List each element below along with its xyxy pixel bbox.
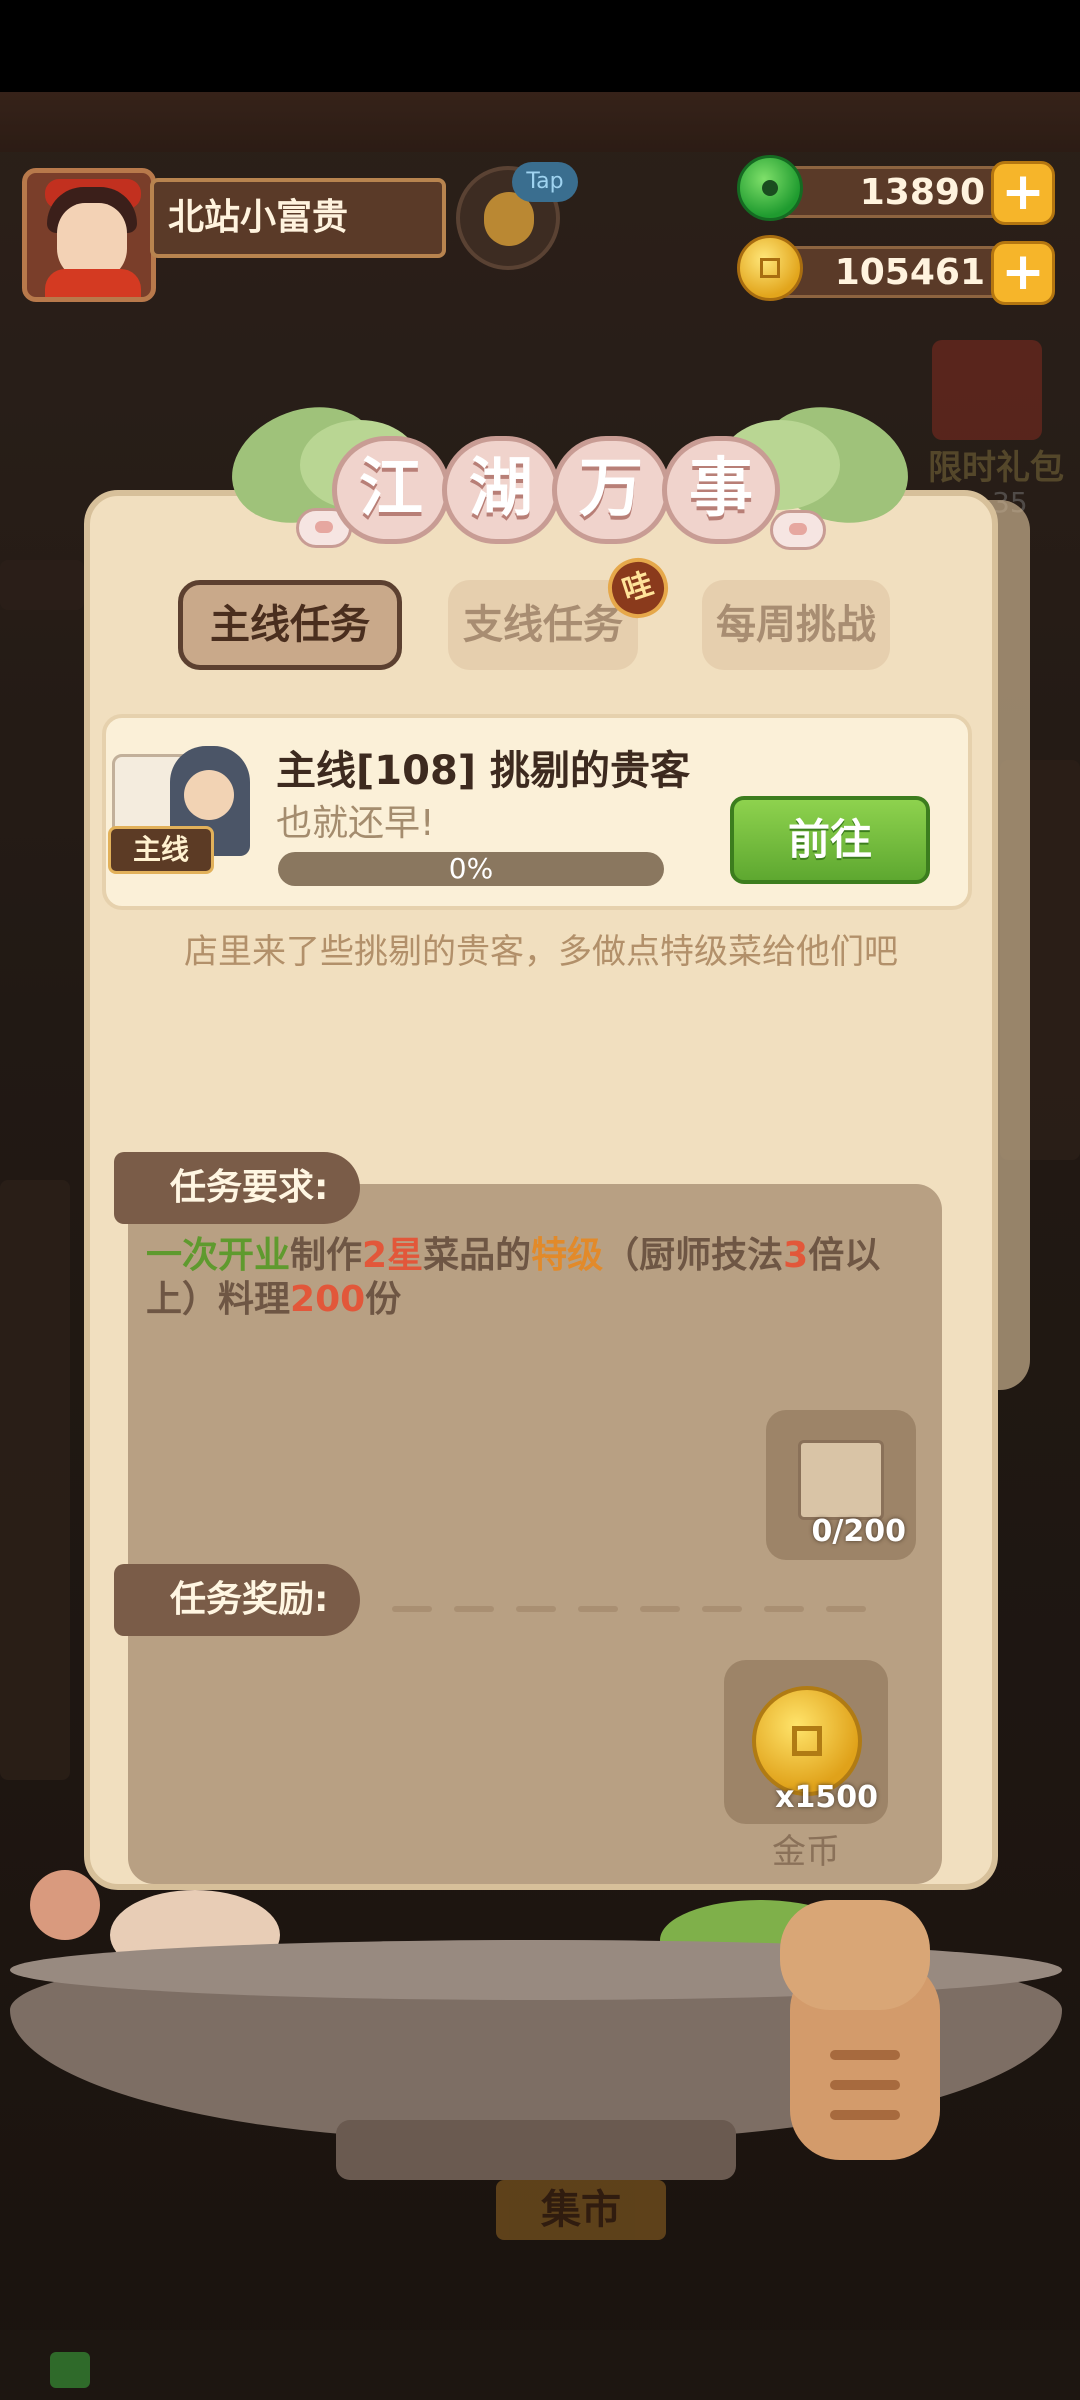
fishcake-decoration [770, 510, 826, 550]
divider-dash [454, 1606, 494, 1612]
quest-progress-bar: 0% [278, 852, 664, 886]
requirement-text-part: 菜品的 [423, 1235, 532, 1276]
add-gold-button[interactable]: + [991, 241, 1055, 305]
jade-currency: 13890 + [737, 155, 1055, 225]
quest-progress-label: 0% [448, 852, 494, 885]
cat-stripe [830, 2050, 900, 2060]
tab-main-quest[interactable]: 主线任务 [178, 580, 402, 670]
cat-stripe [830, 2080, 900, 2090]
title-char: 江 [332, 436, 450, 544]
divider-dash [392, 1606, 432, 1612]
requirement-text-part: 200 [290, 1279, 366, 1320]
divider-dash [764, 1606, 804, 1612]
quest-title: 主线[108] 挑剔的贵客 [276, 748, 690, 794]
gold-coin-icon [737, 235, 803, 301]
avatar-body [45, 269, 141, 297]
requirement-count: 0/200 [811, 1514, 906, 1549]
requirements-heading: 任务要求: [114, 1152, 360, 1224]
tab-weekly-challenge[interactable]: 每周挑战 [702, 580, 890, 670]
player-avatar[interactable] [22, 168, 156, 302]
character-face [184, 770, 234, 820]
reward-count: x1500 [775, 1780, 878, 1815]
gold-amount: 105461 [834, 252, 985, 293]
title-char: 湖 [442, 436, 560, 544]
limited-gift-pack[interactable]: 限时礼包 35 [912, 340, 1080, 519]
requirement-item[interactable]: 0/200 [766, 1410, 916, 1560]
requirements-text: 一次开业制作2星菜品的特级（厨师技法3倍以上）料理200份 [146, 1234, 926, 1322]
divider-dash [640, 1606, 680, 1612]
jade-icon [737, 155, 803, 221]
market-sign: 集市 [496, 2180, 666, 2240]
quest-description: 店里来了些挑剔的贵客，多做点特级菜给他们吧 [184, 932, 898, 972]
main-quest-badge: 主线 [108, 826, 214, 874]
tap-badge: Tap [512, 162, 578, 202]
cat-stripe [830, 2110, 900, 2120]
requirement-text-part: （厨师技法 [603, 1235, 784, 1276]
title-char: 事 [662, 436, 780, 544]
bowl-base [336, 2120, 736, 2180]
nav-indicator [50, 2352, 90, 2388]
jade-amount: 13890 [859, 172, 985, 213]
requirement-text-part: 一次开业 [146, 1235, 291, 1276]
gift-box-icon [932, 340, 1042, 440]
rewards-heading: 任务奖励: [114, 1564, 360, 1636]
go-button[interactable]: 前往 [730, 796, 930, 884]
gold-currency: 105461 + [737, 235, 1055, 305]
divider-dash [516, 1606, 556, 1612]
meatball-decoration [30, 1870, 100, 1940]
panel-title: 江 湖 万 事 [332, 436, 780, 544]
reward-item[interactable]: x1500 [724, 1660, 888, 1824]
cat-head [780, 1900, 930, 2010]
requirement-text-part: 特级 [531, 1235, 604, 1276]
gift-label: 限时礼包 [928, 448, 1064, 488]
player-name[interactable]: 北站小富贵 [150, 178, 446, 258]
requirement-text-part: 3 [783, 1235, 809, 1276]
title-char: 万 [552, 436, 670, 544]
add-jade-button[interactable]: + [991, 161, 1055, 225]
cat-mascot [770, 1900, 960, 2200]
avatar-face [57, 203, 127, 279]
reward-label: 金币 [772, 1832, 840, 1872]
divider-dash [702, 1606, 742, 1612]
requirement-text-part: 制作 [290, 1235, 363, 1276]
divider-dash [826, 1606, 866, 1612]
requirement-text-part: 份 [365, 1279, 402, 1320]
requirement-text-part: 2星 [362, 1235, 424, 1276]
bottom-strip [0, 2330, 1080, 2400]
divider-dash [578, 1606, 618, 1612]
scroll-icon [798, 1440, 884, 1520]
quest-subtitle: 也就还早! [276, 803, 435, 844]
